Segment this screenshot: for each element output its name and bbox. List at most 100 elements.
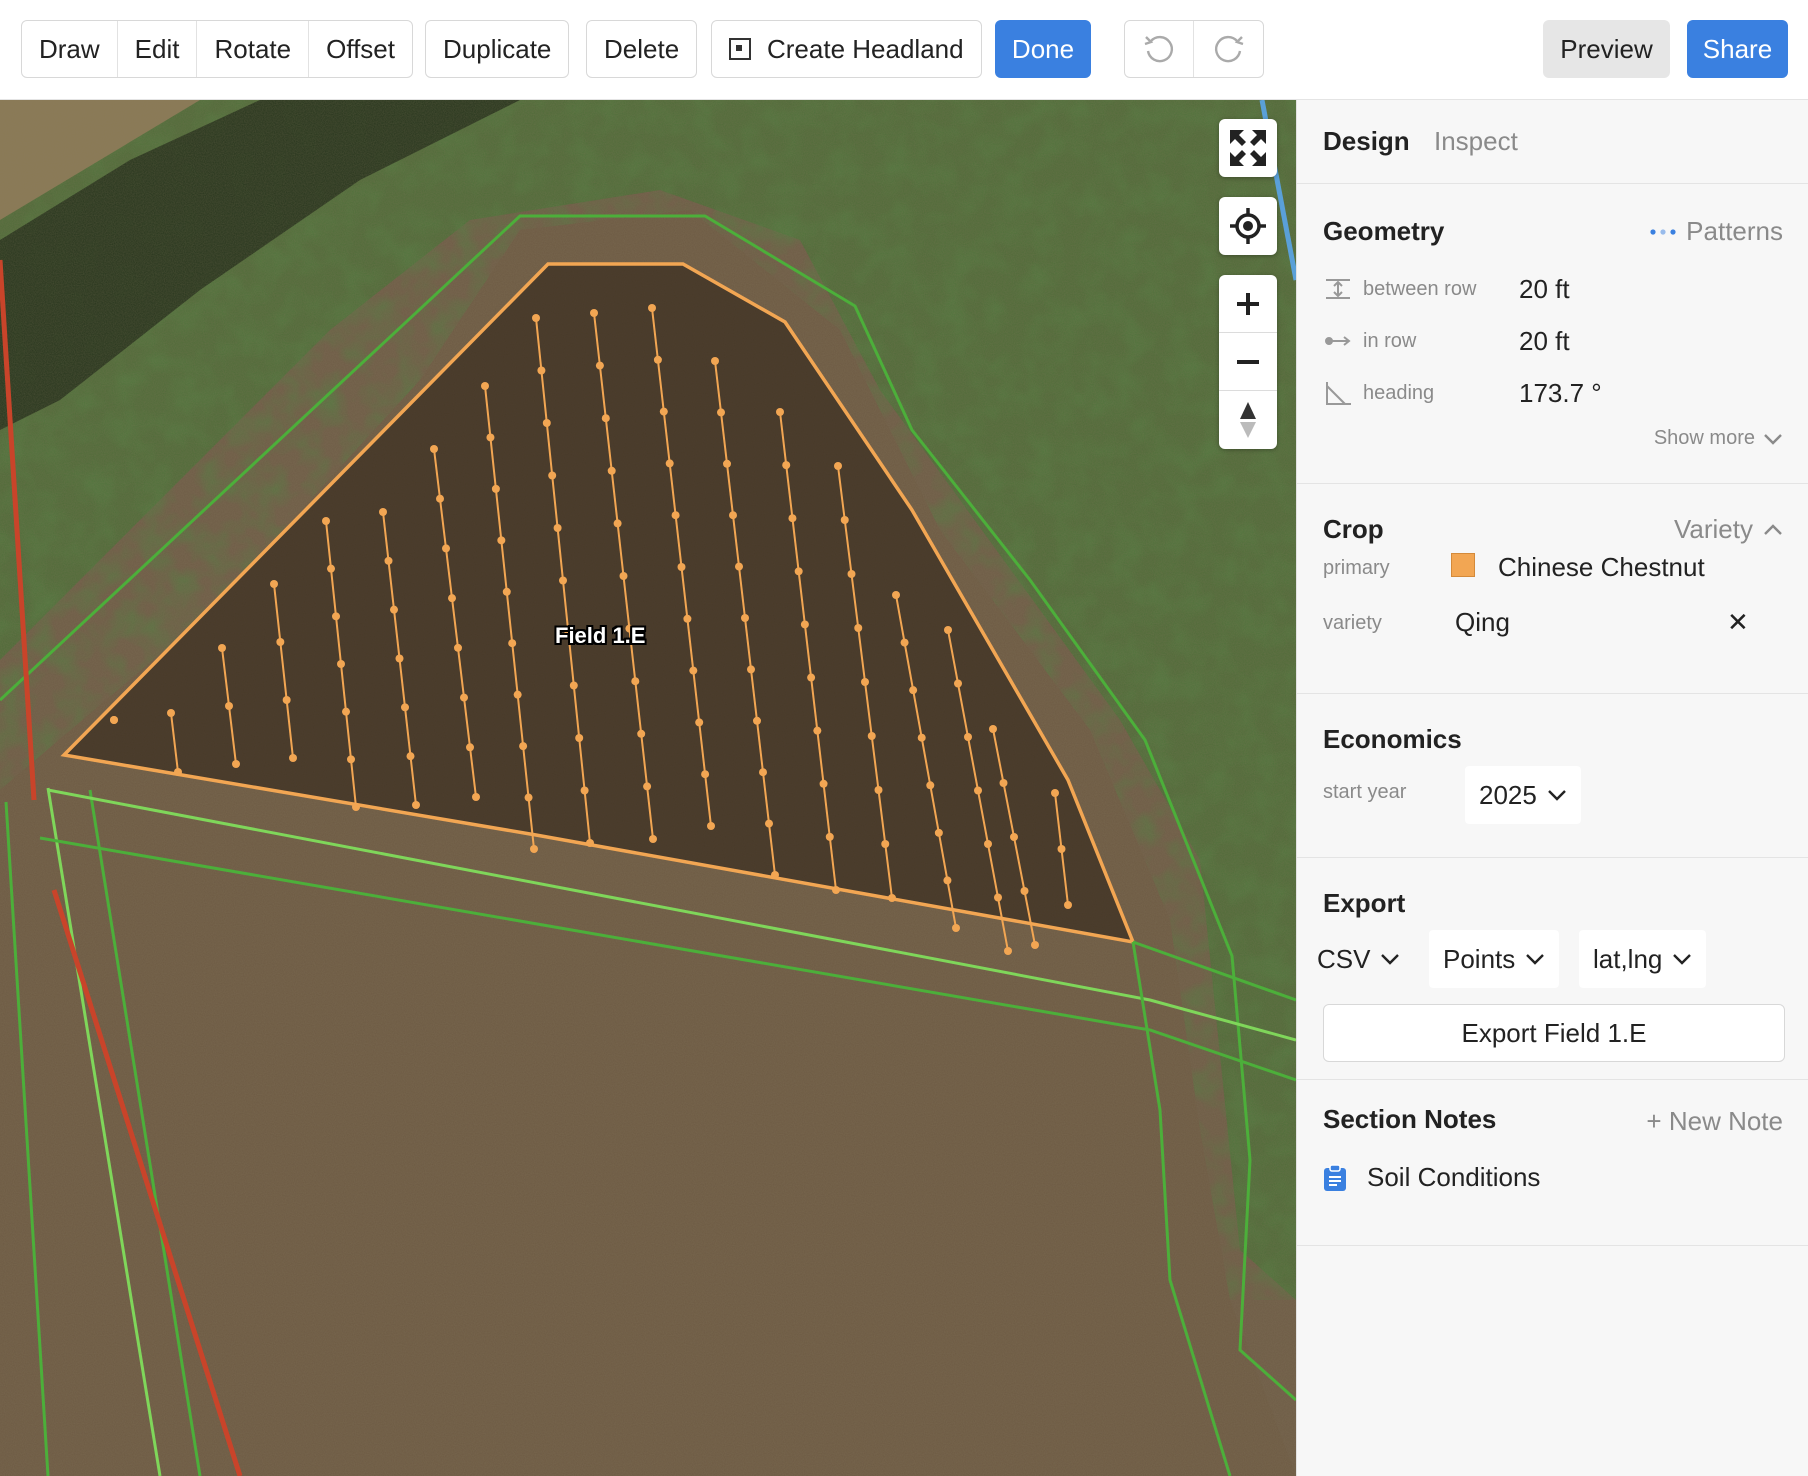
fullscreen-control[interactable] (1219, 119, 1277, 177)
tree-point (834, 462, 842, 470)
tree-point (665, 459, 674, 468)
economics-title: Economics (1323, 724, 1462, 754)
undo-button[interactable] (1125, 21, 1194, 77)
tree-point (497, 536, 506, 545)
tree-point (384, 556, 393, 565)
start-year-dropdown[interactable]: 2025 (1465, 766, 1581, 824)
fullscreen-icon (1230, 130, 1266, 166)
tree-point (943, 876, 952, 885)
tree-point (800, 620, 809, 629)
tree-point (225, 702, 233, 710)
export-format-value: CSV (1317, 943, 1371, 974)
zoom-out-button[interactable] (1219, 333, 1277, 391)
tree-point (322, 517, 330, 525)
tree-point (454, 643, 462, 652)
tree-point (174, 768, 182, 776)
heading-row: heading 173.7 ° (1323, 373, 1793, 413)
between-row-value[interactable]: 20 ft (1519, 274, 1570, 305)
export-field-button[interactable]: Export Field 1.E (1323, 1004, 1785, 1062)
new-note-button[interactable]: + New Note (1646, 1106, 1783, 1137)
tree-point (532, 314, 540, 322)
primary-crop-value[interactable]: Chinese Chestnut (1498, 552, 1705, 583)
crop-color-swatch[interactable] (1451, 553, 1475, 577)
tree-point (342, 707, 350, 716)
tab-inspect[interactable]: Inspect (1434, 126, 1518, 157)
tree-point (934, 828, 943, 837)
tree-point (332, 612, 340, 621)
locate-control[interactable] (1219, 197, 1277, 255)
tree-point (648, 304, 656, 312)
variety-value[interactable]: Qing (1455, 607, 1510, 638)
note-item[interactable]: Soil Conditions (1323, 1162, 1540, 1193)
fullscreen-button[interactable] (1219, 119, 1277, 177)
done-button[interactable]: Done (995, 20, 1091, 78)
show-more-button[interactable]: Show more (1654, 427, 1783, 450)
zoom-in-icon (1237, 292, 1259, 315)
primary-label: primary (1323, 557, 1390, 579)
tree-point (819, 779, 828, 788)
export-format-dropdown[interactable]: CSV (1303, 930, 1414, 988)
export-section: Export CSV Points lat,lng Export Field 1… (1297, 858, 1808, 1080)
delete-button[interactable]: Delete (587, 21, 696, 77)
edit-button[interactable]: Edit (118, 21, 198, 77)
tree-point (519, 742, 528, 751)
tree-point (952, 924, 960, 932)
tree-point (649, 835, 657, 843)
zoom-in-button[interactable] (1219, 275, 1277, 333)
satellite-map[interactable]: Field 1.E (0, 100, 1296, 1476)
map-canvas[interactable] (0, 100, 1296, 1476)
rotate-button[interactable]: Rotate (197, 21, 310, 77)
tree-point (436, 494, 444, 503)
create-headland-button[interactable]: Create Headland (712, 21, 981, 77)
redo-button[interactable] (1194, 21, 1263, 77)
tree-point (881, 840, 890, 848)
in-row-value[interactable]: 20 ft (1519, 326, 1570, 357)
chevron-down-icon (1526, 954, 1545, 965)
tree-point (590, 309, 598, 317)
tree-point (448, 594, 456, 603)
tree-point (643, 782, 652, 791)
preview-button[interactable]: Preview (1543, 20, 1670, 78)
tree-point (406, 752, 415, 761)
tree-point (741, 614, 749, 622)
draw-button[interactable]: Draw (22, 21, 118, 77)
tree-point (524, 793, 533, 802)
tree-point (840, 516, 849, 524)
tree-point (486, 433, 495, 442)
heading-value[interactable]: 173.7 ° (1519, 378, 1602, 409)
tree-point (776, 408, 784, 416)
tree-point (607, 466, 616, 475)
locate-button[interactable] (1219, 197, 1277, 255)
chevron-down-icon (1764, 433, 1782, 445)
tree-point (276, 638, 285, 646)
duplicate-button[interactable]: Duplicate (426, 21, 568, 77)
tree-point (926, 781, 935, 790)
offset-button[interactable]: Offset (309, 21, 412, 77)
notes-section: Section Notes + New Note Soil Conditions (1297, 1080, 1808, 1246)
export-geometry-dropdown[interactable]: Points (1429, 930, 1560, 988)
compass-icon (1240, 402, 1256, 438)
patterns-button[interactable]: Patterns (1650, 216, 1783, 247)
tree-point (717, 408, 725, 417)
tree-point (472, 793, 480, 801)
compass-button[interactable] (1219, 391, 1277, 449)
tab-design[interactable]: Design (1323, 126, 1410, 157)
tree-point (379, 508, 387, 516)
tree-point (575, 734, 584, 742)
variety-toggle-label: Variety (1674, 514, 1753, 544)
edit-tools-group: Draw Edit Rotate Offset (21, 20, 413, 78)
variety-toggle[interactable]: Variety (1674, 514, 1783, 545)
tree-point (580, 786, 589, 795)
clear-variety-icon[interactable]: ✕ (1727, 607, 1749, 638)
share-button[interactable]: Share (1687, 20, 1788, 78)
export-coords-dropdown[interactable]: lat,lng (1579, 930, 1707, 988)
chevron-down-icon (1547, 790, 1566, 801)
tree-point (502, 587, 511, 596)
tree-point (735, 562, 743, 571)
locate-icon (1230, 208, 1266, 244)
between-row-row: between row 20 ft (1323, 269, 1793, 309)
tree-point (559, 576, 567, 585)
chevron-down-icon (1673, 954, 1692, 965)
tree-point (909, 686, 918, 695)
undo-redo-group (1124, 20, 1264, 78)
